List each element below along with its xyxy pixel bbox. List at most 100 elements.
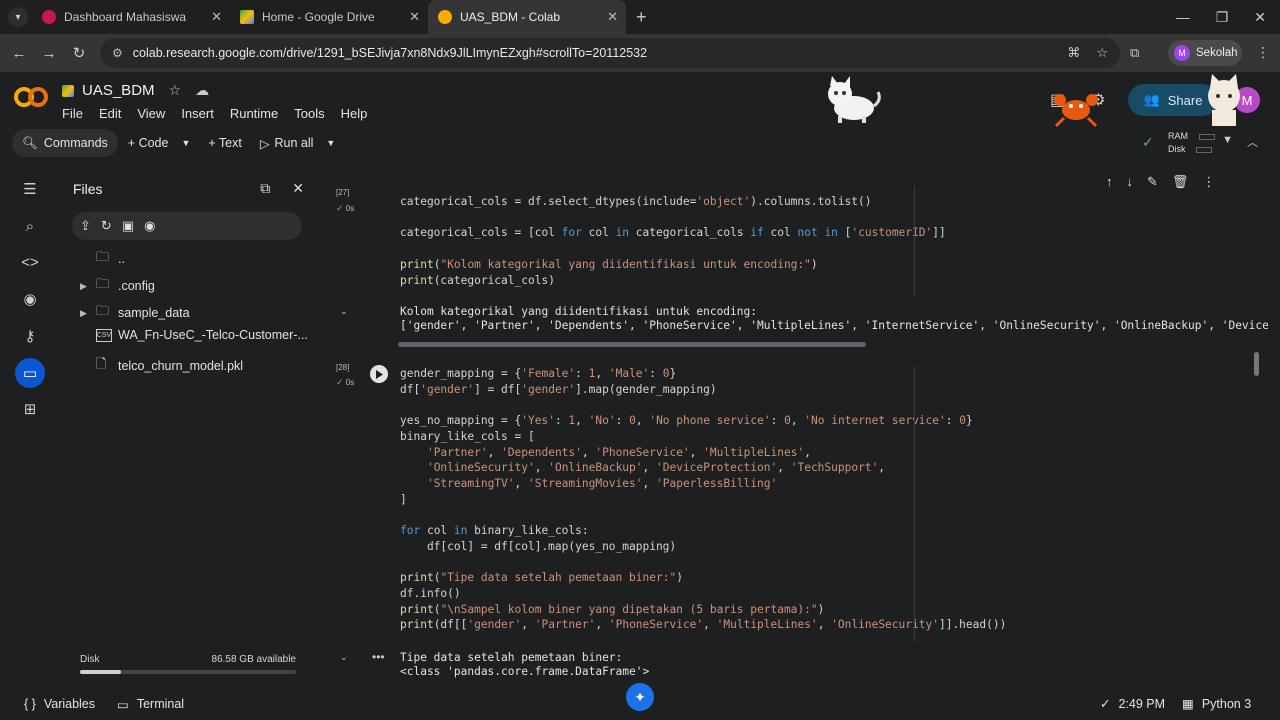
find-replace-icon[interactable]: ⌕	[15, 211, 45, 241]
cell-status: ✓ 0s	[336, 377, 355, 387]
notebook-area: [27] ✓ 0s ↑ ↓ ✎ 🗑 ⋮ categorical_cols = d…	[326, 166, 1268, 682]
mount-drive-icon[interactable]: ▣	[122, 218, 134, 234]
search-icon: 🔍︎	[22, 135, 38, 150]
notebook-vscrollbar[interactable]	[1254, 352, 1259, 376]
site-info-icon[interactable]: ⚙	[112, 46, 123, 60]
drive-favicon-icon	[240, 10, 254, 24]
back-icon[interactable]: ←	[4, 45, 34, 62]
new-tab-icon[interactable]: +	[636, 7, 647, 28]
expand-arrow-icon[interactable]: ▶	[80, 308, 96, 319]
expand-arrow-icon[interactable]: ▶	[80, 281, 96, 292]
folder-icon: 🗀	[96, 276, 110, 291]
menu-file[interactable]: File	[62, 106, 83, 121]
exec-count: [28]	[336, 363, 350, 372]
commands-button[interactable]: 🔍︎ Commands	[12, 129, 118, 157]
code-cell-28[interactable]: gender_mapping = {'Female': 1, 'Male': 0…	[400, 366, 1006, 633]
show-hidden-eye-icon[interactable]: ◉	[144, 218, 155, 234]
collapse-header-icon[interactable]: ︿	[1247, 134, 1258, 150]
files-toolbar: ⇪ ↻ ▣ ◉	[72, 212, 302, 240]
menu-insert[interactable]: Insert	[181, 106, 214, 121]
browser-tabbar: ▾ Dashboard Mahasiswa ✕ Home - Google Dr…	[0, 0, 1280, 34]
toc-icon[interactable]: ☰	[15, 174, 45, 204]
close-tab-icon[interactable]: ✕	[211, 9, 222, 25]
upload-icon[interactable]: ⇪	[80, 218, 91, 234]
files-folder-icon[interactable]: ▭	[15, 358, 45, 388]
people-icon: 👥	[1143, 92, 1160, 107]
cloud-sync-icon: ☁	[195, 82, 210, 98]
resources-indicator[interactable]: RAM Disk	[1168, 130, 1215, 156]
exec-count: [27]	[336, 188, 350, 197]
code-snippets-icon[interactable]: <>	[15, 247, 45, 277]
reload-icon[interactable]: ↻	[64, 44, 94, 62]
variables-inspector-icon[interactable]: ◉	[15, 284, 45, 314]
colab-logo-icon[interactable]	[14, 86, 48, 108]
file-tree-item[interactable]: 🗋 telco_churn_model.pkl	[80, 355, 243, 377]
file-icon: 🗋	[96, 356, 107, 371]
url-input[interactable]: ⚙ colab.research.google.com/drive/1291_b…	[100, 38, 1120, 68]
output-more-icon[interactable]: •••	[372, 650, 385, 664]
secrets-key-icon[interactable]: ⚷	[15, 321, 45, 351]
tab-google-drive[interactable]: Home - Google Drive ✕	[230, 0, 428, 34]
chevron-down-icon[interactable]: ▼	[181, 138, 190, 148]
close-panel-icon[interactable]: ✕	[292, 180, 304, 197]
bookmark-star-icon[interactable]: ☆	[1096, 45, 1108, 61]
add-text-button[interactable]: + Text	[208, 136, 241, 150]
menu-runtime[interactable]: Runtime	[230, 106, 278, 121]
browser-menu-icon[interactable]: ⋮	[1256, 44, 1270, 61]
folder-icon: 🗀	[96, 303, 110, 318]
collapse-output-icon[interactable]: ⌄	[340, 306, 348, 317]
cell-more-icon[interactable]: ⋮	[1202, 174, 1215, 190]
minimize-icon[interactable]: —	[1176, 9, 1190, 25]
gemini-sparkle-icon[interactable]: ✦	[626, 683, 654, 711]
tab-search-icon[interactable]: ▾	[8, 7, 28, 27]
output-hscrollbar[interactable]	[398, 342, 866, 347]
chevron-down-icon[interactable]: ▼	[326, 138, 335, 148]
data-table-icon[interactable]: ⊞	[15, 394, 45, 424]
menu-tools[interactable]: Tools	[294, 106, 324, 121]
file-tree-item[interactable]: CSV WA_Fn-UseC_-Telco-Customer-...	[80, 328, 308, 342]
forward-icon[interactable]: →	[34, 45, 64, 62]
refresh-icon[interactable]: ↻	[101, 218, 112, 234]
runtime-grid-icon: ▦	[1182, 697, 1194, 711]
run-cell-button[interactable]	[370, 365, 388, 383]
collapse-output-icon[interactable]: ⌄	[340, 652, 348, 663]
translate-icon[interactable]: ⌘	[1067, 45, 1080, 61]
close-tab-icon[interactable]: ✕	[607, 9, 618, 25]
code-cell-27[interactable]: categorical_cols = df.select_dtypes(incl…	[400, 194, 946, 288]
restore-icon[interactable]: ❐	[1216, 9, 1229, 26]
move-up-icon[interactable]: ↑	[1106, 174, 1113, 190]
terminal-button[interactable]: ▭ Terminal	[117, 697, 184, 712]
csv-file-icon: CSV	[96, 328, 112, 342]
edit-pencil-icon[interactable]: ✎	[1147, 174, 1158, 190]
close-window-icon[interactable]: ✕	[1254, 9, 1266, 26]
execution-status[interactable]: ✓ 2:49 PM	[1100, 696, 1165, 712]
profile-avatar: M	[1174, 45, 1190, 61]
file-tree-item[interactable]: 🗀 ..	[80, 248, 125, 270]
star-icon[interactable]: ☆	[169, 82, 182, 99]
open-in-tab-icon[interactable]: ⧉	[260, 180, 270, 197]
menu-edit[interactable]: Edit	[99, 106, 121, 121]
connected-check-icon: ✓	[1142, 134, 1154, 150]
delete-trash-icon[interactable]: 🗑	[1172, 174, 1189, 190]
tab-dashboard[interactable]: Dashboard Mahasiswa ✕	[32, 0, 230, 34]
runtime-dropdown-icon[interactable]: ▼	[1222, 134, 1233, 150]
notebook-title[interactable]: UAS_BDM ☆ ☁	[62, 82, 209, 99]
menu-help[interactable]: Help	[341, 106, 368, 121]
move-down-icon[interactable]: ↓	[1127, 174, 1134, 190]
run-all-button[interactable]: ▷ Run all ▼	[260, 136, 335, 151]
menu-view[interactable]: View	[137, 106, 165, 121]
profile-button[interactable]: M Sekolah	[1168, 40, 1242, 66]
play-icon: ▷	[259, 136, 270, 151]
variables-button[interactable]: { } Variables	[24, 697, 95, 711]
cell-status: ✓ 0s	[336, 203, 355, 213]
extensions-icon[interactable]: ⧉	[1130, 45, 1139, 61]
runtime-type[interactable]: ▦ Python 3	[1182, 696, 1251, 712]
close-tab-icon[interactable]: ✕	[409, 9, 420, 25]
cell-toolbar: ↑ ↓ ✎ 🗑 ⋮	[1106, 174, 1215, 190]
notebook-toolbar: 🔍︎ Commands + Code ▼ + Text ▷ Run all ▼ …	[0, 128, 1280, 158]
file-tree-item[interactable]: ▶ 🗀 sample_data	[80, 302, 190, 324]
add-code-button[interactable]: + Code ▼	[128, 136, 191, 150]
tab-colab[interactable]: UAS_BDM - Colab ✕	[428, 0, 626, 34]
file-tree-item[interactable]: ▶ 🗀 .config	[80, 275, 155, 297]
menu-bar: File Edit View Insert Runtime Tools Help	[62, 106, 367, 121]
